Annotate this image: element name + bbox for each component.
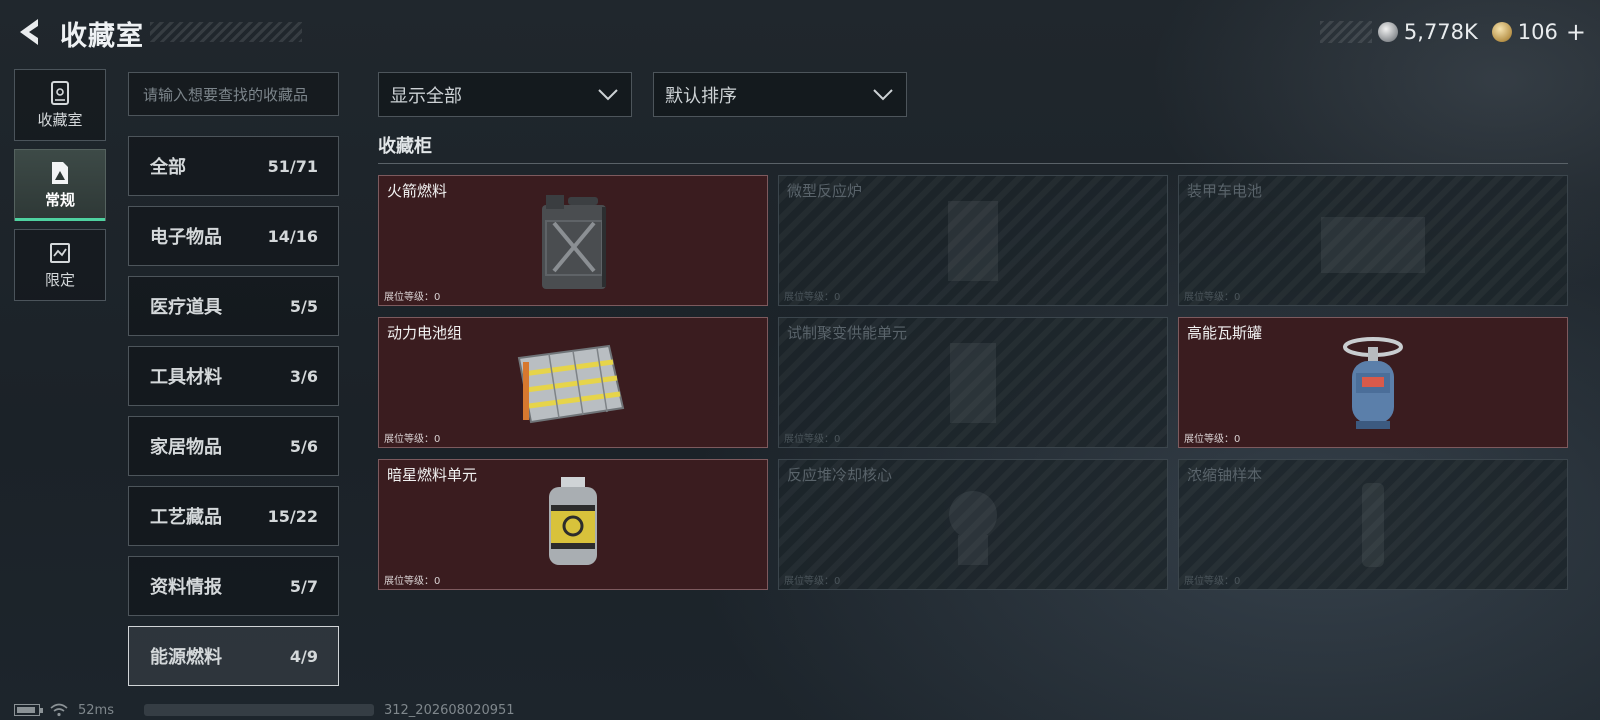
card-title: 动力电池组 — [387, 324, 463, 342]
display-filter-value: 显示全部 — [390, 85, 462, 107]
category-count: 15/22 — [267, 506, 318, 526]
nav-item-label: 收藏室 — [37, 110, 83, 129]
category-count: 51/71 — [267, 156, 318, 176]
back-arrow-icon — [20, 19, 38, 45]
card-level-text: 展位等级：0 — [784, 434, 841, 445]
category-item-crafts[interactable]: 工艺藏品 15/22 — [128, 486, 339, 546]
left-nav: 收藏室 常规 限定 — [14, 69, 106, 309]
nav-item-collection-room[interactable]: 收藏室 — [14, 69, 106, 141]
silver-currency-value: 5,778K — [1403, 20, 1478, 44]
card-title: 反应堆冷却核心 — [787, 466, 893, 484]
category-item-all[interactable]: 全部 51/71 — [128, 136, 339, 196]
currency-bar: 5,778K 106 + — [1319, 18, 1586, 46]
silver-coin-icon — [1377, 22, 1398, 42]
category-item-medical[interactable]: 医疗道具 5/5 — [128, 276, 339, 336]
cooling-core-icon — [949, 490, 997, 565]
card-level-text: 展位等级：0 — [1184, 292, 1241, 303]
category-item-household[interactable]: 家居物品 5/6 — [128, 416, 339, 476]
card-level-text: 展位等级：0 — [384, 576, 441, 587]
cabinet-icon — [51, 80, 69, 105]
collection-card-gas-canister[interactable]: 高能瓦斯罐 展位等级：0 — [1178, 317, 1568, 448]
category-name: 工具材料 — [150, 367, 222, 388]
nav-item-label: 限定 — [44, 270, 75, 289]
card-level-text: 展位等级：0 — [1184, 434, 1241, 445]
category-item-electronics[interactable]: 电子物品 14/16 — [128, 206, 339, 266]
fusion-unit-icon — [950, 342, 996, 423]
category-count: 4/9 — [289, 646, 318, 666]
collection-card-rocket-fuel[interactable]: 火箭燃料 展位等级：0 — [378, 175, 768, 306]
card-title: 暗星燃料单元 — [387, 466, 478, 484]
card-level-text: 展位等级：0 — [384, 292, 441, 303]
category-name: 资料情报 — [150, 577, 222, 598]
category-name: 医疗道具 — [150, 297, 222, 318]
wifi-icon — [50, 703, 68, 717]
card-level-text: 展位等级：0 — [384, 434, 441, 445]
back-button[interactable] — [14, 16, 46, 48]
nav-item-limited[interactable]: 限定 — [14, 229, 106, 301]
chevron-down-icon — [598, 88, 618, 100]
card-title: 微型反应炉 — [787, 182, 863, 200]
reactor-icon — [948, 200, 998, 281]
ping-text: 52ms — [78, 702, 114, 718]
fuel-cell-icon — [549, 476, 597, 565]
section-title: 收藏柜 — [378, 136, 432, 157]
battery-pack-icon — [517, 344, 625, 423]
category-count: 5/7 — [289, 576, 318, 596]
category-count: 5/6 — [289, 436, 318, 456]
card-level-text: 展位等级：0 — [784, 292, 841, 303]
gas-canister-icon — [1343, 336, 1403, 429]
card-title: 装甲车电池 — [1187, 182, 1263, 200]
category-count: 5/5 — [289, 296, 318, 316]
collection-card-power-battery-pack[interactable]: 动力电池组 展位等级：0 — [378, 317, 768, 448]
battery-icon — [14, 704, 43, 716]
title-decoration — [150, 22, 302, 42]
collection-card-fusion-unit[interactable]: 试制聚变供能单元 展位等级：0 — [778, 317, 1168, 448]
card-level-text: 展位等级：0 — [784, 576, 841, 587]
category-name: 全部 — [150, 157, 186, 178]
collection-card-darkstar-fuel-cell[interactable]: 暗星燃料单元 展位等级：0 — [378, 459, 768, 590]
battery-icon — [1321, 216, 1425, 273]
card-title: 试制聚变供能单元 — [787, 324, 908, 342]
chevron-down-icon — [873, 88, 893, 100]
obscured-user-id — [143, 704, 374, 716]
regular-collection-icon — [52, 161, 68, 184]
status-bar: 52ms 312_202608020951 — [14, 702, 515, 718]
add-currency-button[interactable]: + — [1566, 18, 1586, 46]
gold-coin-icon — [1491, 22, 1512, 42]
build-id-text: 312_202608020951 — [383, 702, 515, 718]
card-title: 浓缩铀样本 — [1187, 466, 1263, 484]
jerrycan-icon — [542, 194, 606, 289]
category-name: 工艺藏品 — [150, 507, 222, 528]
nav-item-regular[interactable]: 常规 — [14, 149, 106, 221]
gold-currency-value: 106 — [1517, 20, 1558, 44]
sort-dropdown[interactable]: 默认排序 — [653, 72, 907, 117]
category-name: 家居物品 — [150, 437, 222, 458]
category-name: 能源燃料 — [150, 647, 222, 668]
category-count: 3/6 — [289, 366, 318, 386]
card-level-text: 展位等级：0 — [1184, 576, 1241, 587]
currency-decoration — [1319, 21, 1372, 43]
search-input[interactable]: 请输入想要查找的收藏品 — [128, 72, 339, 116]
nav-item-label: 常规 — [44, 190, 75, 209]
display-filter-dropdown[interactable]: 显示全部 — [378, 72, 632, 117]
top-bar: 收藏室 5,778K 106 + — [0, 0, 1600, 64]
collection-card-enriched-uranium[interactable]: 浓缩铀样本 展位等级：0 — [1178, 459, 1568, 590]
category-item-tools[interactable]: 工具材料 3/6 — [128, 346, 339, 406]
card-title: 火箭燃料 — [387, 182, 448, 200]
category-count: 14/16 — [267, 226, 318, 246]
section-divider — [378, 163, 1568, 164]
page-title: 收藏室 — [60, 21, 144, 52]
sort-value: 默认排序 — [665, 85, 737, 107]
limited-collection-icon — [50, 242, 70, 263]
collection-card-micro-reactor[interactable]: 微型反应炉 展位等级：0 — [778, 175, 1168, 306]
card-title: 高能瓦斯罐 — [1187, 324, 1263, 342]
category-name: 电子物品 — [150, 227, 222, 248]
category-list: 全部 51/71 电子物品 14/16 医疗道具 5/5 工具材料 3/6 家居… — [128, 136, 339, 696]
category-item-intel[interactable]: 资料情报 5/7 — [128, 556, 339, 616]
uranium-sample-icon — [1362, 482, 1384, 567]
collection-card-reactor-cooling-core[interactable]: 反应堆冷却核心 展位等级：0 — [778, 459, 1168, 590]
collection-card-armored-battery[interactable]: 装甲车电池 展位等级：0 — [1178, 175, 1568, 306]
category-item-energy[interactable]: 能源燃料 4/9 — [128, 626, 339, 686]
